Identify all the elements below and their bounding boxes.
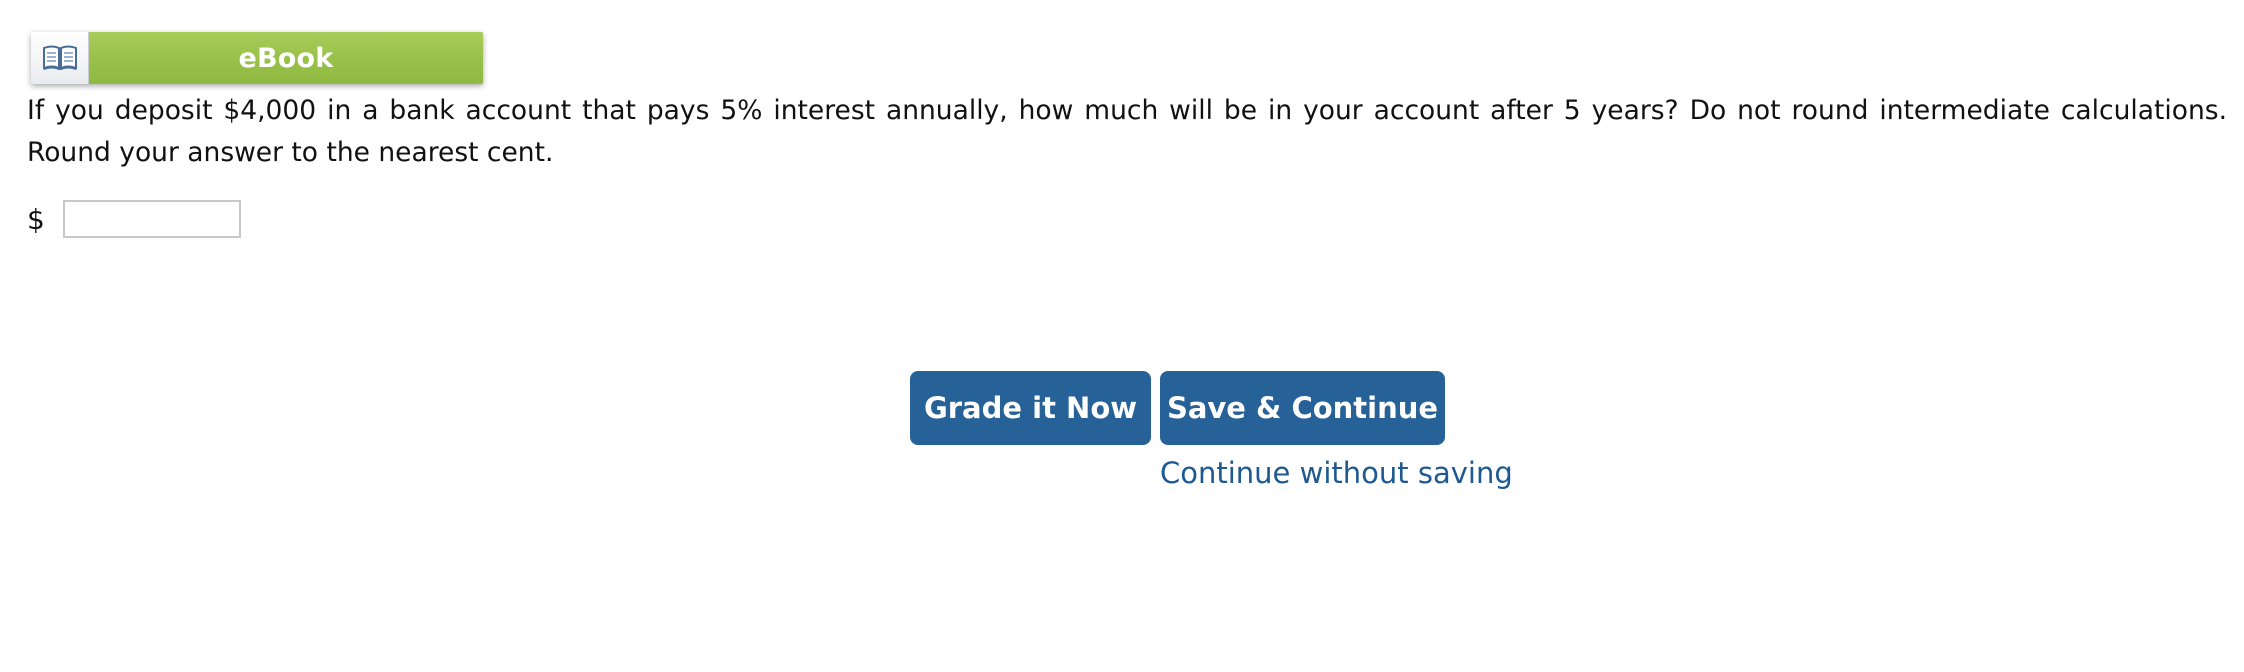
answer-row: $ xyxy=(27,198,241,240)
ebook-label: eBook xyxy=(89,32,483,84)
grade-it-now-button[interactable]: Grade it Now xyxy=(910,371,1151,445)
question-text: If you deposit $4,000 in a bank account … xyxy=(27,95,2227,168)
currency-symbol: $ xyxy=(27,202,45,236)
ebook-button[interactable]: eBook xyxy=(31,32,483,84)
continue-without-saving-link[interactable]: Continue without saving xyxy=(1160,456,1513,490)
save-and-continue-button[interactable]: Save & Continue xyxy=(1160,371,1445,445)
ebook-icon-container xyxy=(31,32,89,84)
open-book-icon xyxy=(42,45,77,70)
answer-input[interactable] xyxy=(62,200,241,238)
